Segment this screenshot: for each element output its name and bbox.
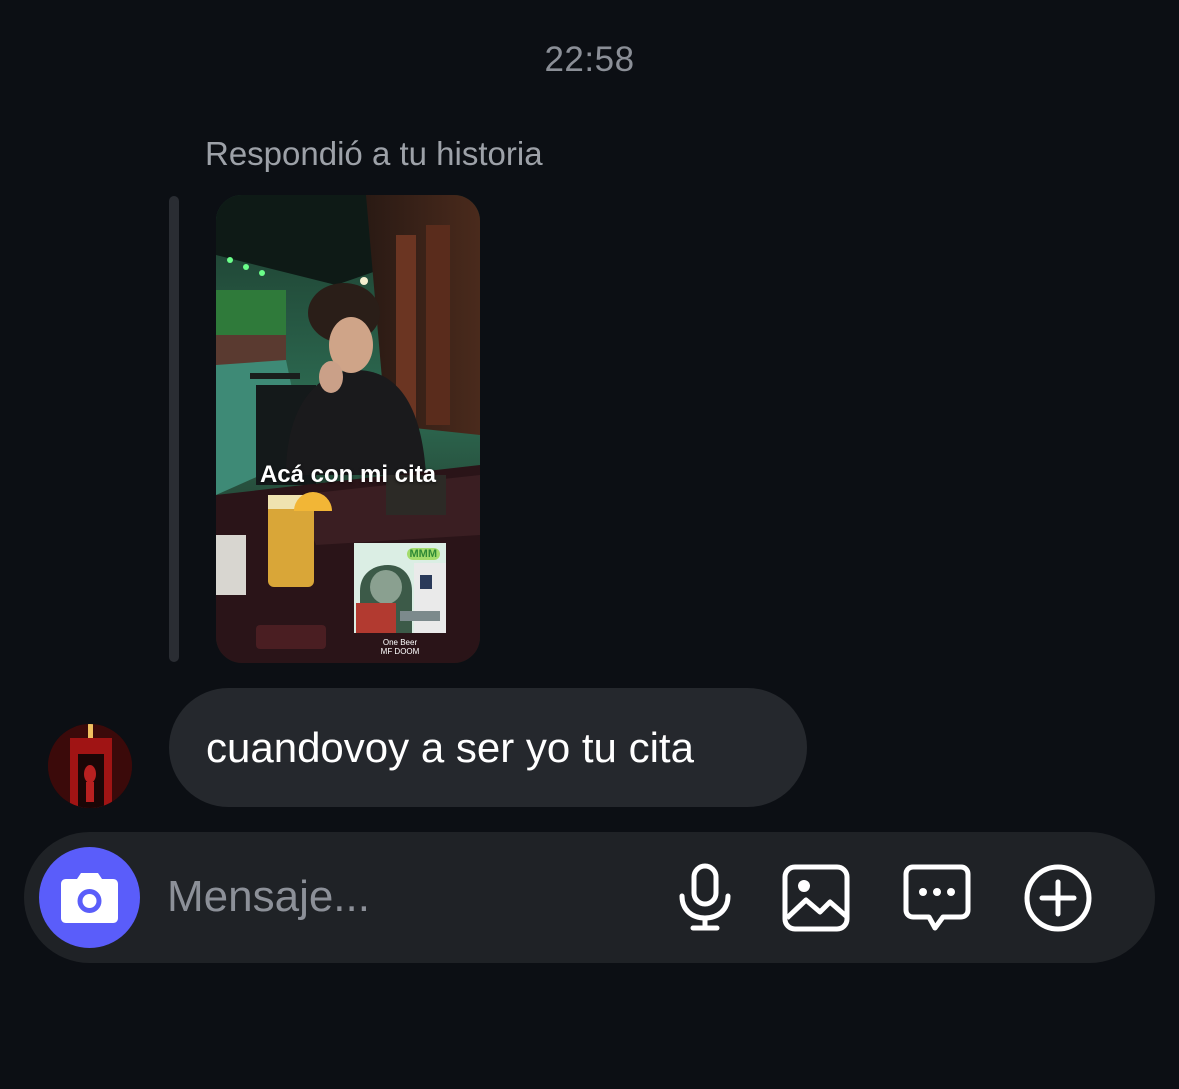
sticker-icon [903,864,971,931]
voice-message-button[interactable] [669,862,741,934]
track-title: One Beer [382,638,418,647]
story-reply-label: Respondió a tu historia [205,135,543,172]
more-options-button[interactable] [1022,862,1094,934]
gallery-button[interactable] [780,862,852,934]
camera-button[interactable] [39,847,140,948]
sender-avatar[interactable] [48,724,132,808]
story-caption: Acá con mi cita [259,461,437,488]
received-message[interactable]: cuandovoy a ser yo tu cita [169,688,807,807]
microphone-icon [679,863,731,931]
camera-icon [61,873,118,923]
sticker-button[interactable] [901,862,973,934]
album-cover: MMM [354,543,446,633]
story-preview[interactable]: Acá con mi cita MMM One Beer MF DOOM [216,195,480,663]
track-artist: MF DOOM [380,647,420,656]
message-timestamp: 22:58 [544,40,635,79]
music-sticker[interactable]: MMM One Beer MF DOOM [354,543,446,656]
gallery-icon [782,864,850,932]
message-input[interactable] [167,862,627,932]
message-composer [24,832,1155,963]
plus-icon [1024,864,1092,932]
message-text: cuandovoy a ser yo tu cita [206,724,694,771]
reply-indicator-bar [169,196,179,662]
album-title-word: MMM [406,548,440,560]
